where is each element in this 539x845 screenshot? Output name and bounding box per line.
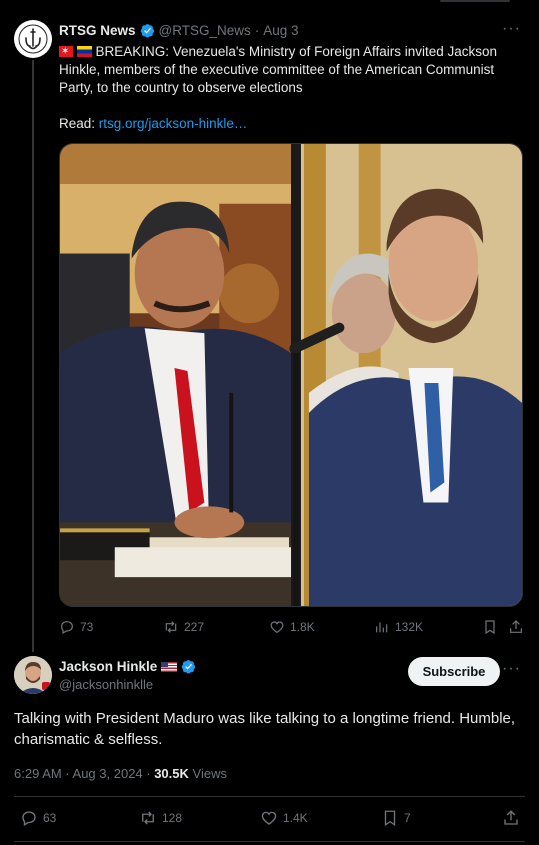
read-line: Read: rtsg.org/jackson-hinkle… bbox=[59, 115, 519, 133]
thread-connector-line bbox=[32, 60, 34, 652]
read-label: Read: bbox=[59, 116, 96, 131]
like-button[interactable]: 1.8K bbox=[269, 619, 315, 635]
share-button[interactable] bbox=[508, 619, 524, 635]
venezuela-flag-emoji-icon bbox=[76, 46, 92, 57]
reply-button[interactable]: 73 bbox=[59, 619, 93, 635]
bookmark-button[interactable] bbox=[482, 619, 498, 635]
jackson-hinkle-avatar[interactable] bbox=[14, 656, 52, 694]
view-count: 132K bbox=[395, 620, 424, 634]
verified-badge-icon bbox=[140, 24, 154, 38]
author-handle[interactable]: @jacksonhinklle bbox=[59, 677, 153, 692]
repost-count: 128 bbox=[162, 811, 183, 825]
reply-icon bbox=[61, 621, 73, 635]
photo-maduro-hinkle-image bbox=[60, 144, 522, 606]
views-label: Views bbox=[188, 766, 227, 781]
views-count: 30.5K bbox=[154, 766, 189, 781]
more-options-button[interactable]: ··· bbox=[502, 20, 521, 38]
views-button[interactable]: 132K bbox=[374, 619, 423, 635]
parent-tweet-actions: 73 227 1.8K 132K bbox=[59, 619, 525, 639]
reply-icon bbox=[22, 811, 36, 826]
rtsg-logo-icon bbox=[18, 24, 48, 54]
parent-tweet-header: RTSG News @RTSG_News · Aug 3 bbox=[59, 23, 299, 38]
parent-tweet[interactable]: RTSG News @RTSG_News · Aug 3 ··· BREAKIN… bbox=[0, 0, 539, 652]
bookmark-button[interactable]: 7 bbox=[381, 809, 411, 827]
share-icon bbox=[504, 810, 518, 825]
breaking-text: BREAKING: Venezuela's Ministry of Foreig… bbox=[59, 44, 498, 95]
like-count: 1.8K bbox=[290, 620, 315, 634]
share-icon bbox=[510, 620, 522, 633]
repost-button[interactable]: 128 bbox=[139, 809, 182, 827]
article-link[interactable]: rtsg.org/jackson-hinkle… bbox=[99, 116, 248, 131]
repost-button[interactable]: 227 bbox=[163, 619, 204, 635]
heart-icon bbox=[270, 621, 284, 634]
author-handle[interactable]: @RTSG_News bbox=[159, 23, 251, 38]
red-flag-emoji-icon bbox=[59, 43, 73, 61]
tweet-date[interactable]: Aug 3 bbox=[263, 23, 298, 38]
main-tweet-text: Talking with President Maduro was like t… bbox=[14, 710, 516, 748]
tweet-timestamp-views: 6:29 AM · Aug 3, 2024 · 30.5K Views bbox=[14, 766, 227, 781]
us-flag-emoji-icon bbox=[161, 661, 178, 672]
divider bbox=[14, 796, 525, 797]
reply-count: 73 bbox=[80, 620, 94, 634]
bookmark-icon bbox=[485, 620, 495, 635]
separator-dot: · bbox=[254, 23, 260, 38]
subscribe-button[interactable]: Subscribe bbox=[408, 657, 500, 686]
bookmark-count: 7 bbox=[404, 811, 411, 825]
repost-count: 227 bbox=[184, 620, 205, 634]
like-button[interactable]: 1.4K bbox=[260, 809, 308, 827]
author-name[interactable]: Jackson Hinkle bbox=[59, 659, 157, 674]
heart-icon bbox=[261, 811, 277, 825]
share-button[interactable] bbox=[502, 809, 520, 827]
main-tweet-actions: 63 128 1.4K 7 bbox=[14, 809, 525, 829]
divider bbox=[14, 841, 525, 842]
reply-count: 63 bbox=[43, 811, 57, 825]
verified-badge-icon bbox=[182, 660, 196, 674]
bookmark-icon bbox=[384, 810, 396, 827]
avatar-photo-image bbox=[14, 656, 52, 694]
breaking-line: BREAKING: Venezuela's Ministry of Foreig… bbox=[59, 43, 519, 97]
tweet-photo[interactable] bbox=[59, 143, 523, 607]
parent-tweet-text: BREAKING: Venezuela's Ministry of Foreig… bbox=[59, 43, 519, 133]
reply-button[interactable]: 63 bbox=[20, 809, 56, 827]
author-name[interactable]: RTSG News bbox=[59, 23, 136, 38]
tweet-timestamp[interactable]: 6:29 AM · Aug 3, 2024 · bbox=[14, 766, 154, 781]
repost-icon bbox=[142, 811, 154, 825]
views-chart-icon bbox=[376, 622, 388, 633]
main-tweet-author: Jackson Hinkle bbox=[59, 659, 196, 674]
like-count: 1.4K bbox=[283, 811, 308, 825]
rtsg-avatar[interactable] bbox=[14, 20, 52, 58]
repost-icon bbox=[165, 621, 177, 633]
more-options-button[interactable]: ··· bbox=[502, 660, 521, 678]
